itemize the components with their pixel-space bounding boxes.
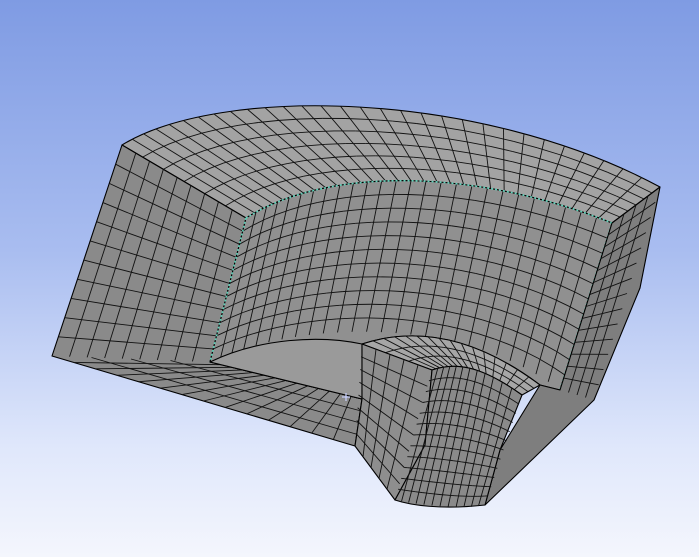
mesh-line bbox=[451, 436, 456, 438]
mesh-line bbox=[455, 401, 459, 403]
mesh-line bbox=[456, 413, 460, 415]
mesh-line bbox=[365, 142, 386, 145]
mesh-line bbox=[457, 460, 462, 463]
mesh-line bbox=[452, 448, 457, 450]
graphics-viewport[interactable] bbox=[0, 0, 699, 557]
mesh-line bbox=[461, 461, 466, 463]
mesh-line bbox=[465, 462, 470, 464]
mesh-line bbox=[404, 489, 409, 492]
mesh-line bbox=[453, 460, 458, 462]
mesh-line bbox=[447, 356, 453, 358]
mesh-line bbox=[424, 356, 430, 358]
mesh-line bbox=[456, 448, 461, 451]
mesh-line bbox=[449, 459, 454, 462]
mesh-line bbox=[452, 412, 457, 415]
mesh-line bbox=[408, 194, 425, 196]
mesh-line bbox=[457, 389, 462, 391]
mesh-line bbox=[448, 447, 453, 450]
mesh-line bbox=[422, 401, 426, 403]
mesh-line bbox=[434, 378, 438, 380]
mesh-line bbox=[428, 389, 432, 392]
mesh-line bbox=[460, 377, 464, 380]
mesh-line bbox=[449, 424, 454, 426]
mesh-line bbox=[453, 424, 458, 427]
mesh-line bbox=[300, 117, 323, 120]
mesh-line bbox=[407, 490, 412, 492]
mesh-model[interactable] bbox=[0, 0, 699, 557]
mesh-line bbox=[454, 436, 459, 439]
